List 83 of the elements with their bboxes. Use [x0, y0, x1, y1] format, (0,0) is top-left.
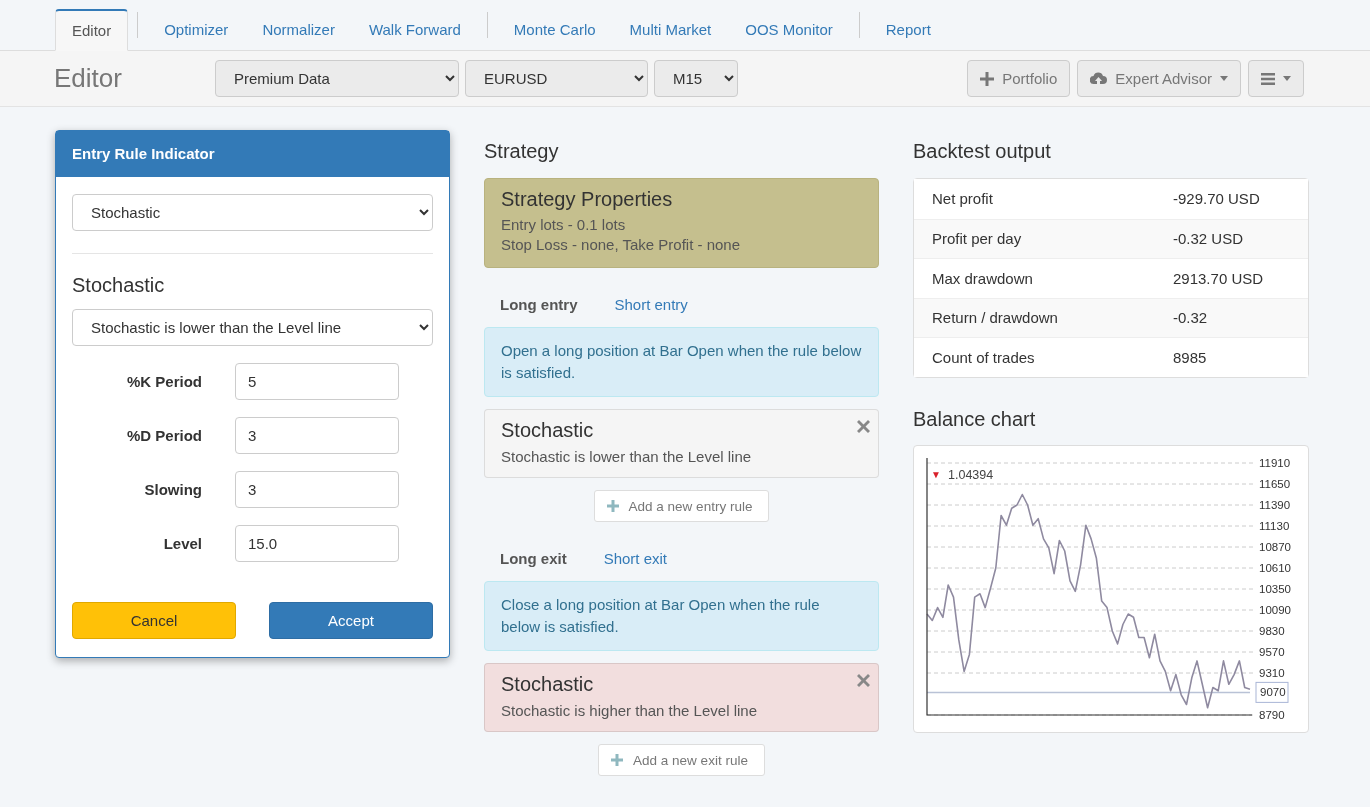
indicator-heading: Stochastic [72, 274, 166, 297]
section-heading: Balance chart [913, 407, 1037, 431]
input-field[interactable]: 3 [235, 417, 399, 454]
last-value-marker: 9070 [1255, 681, 1289, 703]
menu-button[interactable] [1248, 60, 1304, 97]
axis-tick-label: 8790 [1259, 708, 1285, 721]
input-field[interactable]: 15.0 [235, 525, 399, 562]
axis-tick-label: 10350 [1259, 582, 1291, 595]
rule-card[interactable]: Stochastic Stochastic is lower than the Level line [484, 409, 879, 478]
nav-tab[interactable]: Optimizer [147, 9, 246, 51]
nav-tab[interactable]: Monte Carlo [496, 9, 613, 51]
rule-card[interactable]: Stochastic Stochastic is higher than the Level line [484, 663, 879, 732]
toolbar-button[interactable]: Portfolio [967, 60, 1071, 97]
toolbar-button[interactable]: Expert Advisor [1077, 60, 1241, 97]
menu-icon [1261, 72, 1275, 85]
field-label: %D Period [126, 427, 203, 444]
axis-tick-label: 10090 [1259, 603, 1291, 616]
axis-tick-label: 11650 [1259, 477, 1291, 490]
plus-icon [980, 71, 995, 86]
field-label: Slowing [143, 481, 203, 498]
axis-tick-label: 9830 [1259, 624, 1285, 637]
close-icon[interactable] [857, 674, 870, 687]
axis-tick-label: 10870 [1259, 540, 1291, 553]
cloud-upload-icon [1090, 71, 1108, 86]
table-cell-text: Net profit [932, 190, 994, 208]
accept-button[interactable]: Accept [269, 602, 433, 639]
table-cell-text: -0.32 [1173, 309, 1209, 327]
plus-icon [611, 754, 624, 766]
nav-tab[interactable]: Normalizer [245, 9, 352, 51]
table-cell-text: Profit per day [932, 230, 1023, 248]
rule-text: Stochastic is higher than the Level line [501, 702, 758, 719]
info-message: Close a long position at Bar Open when the rule below is satisfied. [484, 581, 879, 651]
rule-title: Stochastic [501, 419, 595, 442]
input-field[interactable]: 5 [235, 363, 399, 400]
axis-tick-label: 11130 [1259, 519, 1290, 532]
direction-arrow: ▼ [931, 468, 941, 480]
table-cell-text: 2913.70 USD [1173, 269, 1265, 287]
add-rule-button[interactable]: Add a new exit rule [598, 744, 765, 776]
table-cell-text: -929.70 USD [1173, 190, 1261, 208]
panel-title: Strategy Properties [501, 188, 674, 211]
dropdown-select[interactable]: EURUSD [465, 60, 648, 97]
dialog-title: Entry Rule Indicator [56, 131, 449, 177]
close-icon[interactable] [857, 420, 870, 433]
rule-title: Stochastic [501, 673, 595, 696]
rule-tab[interactable]: Short exit [603, 550, 668, 567]
nav-tab[interactable]: Walk Forward [351, 9, 478, 51]
page-title: Editor [54, 63, 123, 94]
dropdown-select[interactable]: M15 [654, 60, 738, 97]
rule-text: Stochastic is lower than the Level line [501, 448, 753, 465]
rule-tab[interactable]: Short entry [614, 296, 688, 313]
axis-tick-label: 9310 [1259, 666, 1285, 679]
table-cell-text: -0.32 USD [1173, 230, 1245, 248]
axis-tick-label: 10610 [1259, 561, 1291, 574]
input-field[interactable]: 3 [235, 471, 399, 508]
axis-tick-label: 9570 [1259, 645, 1285, 658]
section-heading: Strategy [484, 140, 560, 163]
dropdown-select[interactable]: Premium Data [215, 60, 459, 97]
nav-tab[interactable]: Editor [55, 9, 129, 51]
rule-tab[interactable]: Long entry [500, 296, 578, 313]
axis-tick-label: 11910 [1259, 456, 1291, 469]
info-message: Open a long position at Bar Open when the rule below is satisfied. [484, 327, 879, 397]
section-heading: Backtest output [913, 140, 1052, 163]
price-label: 1.04394 [948, 467, 994, 482]
nav-tab[interactable]: Multi Market [612, 9, 729, 51]
field-label: Level [162, 535, 203, 552]
properties-panel[interactable]: Strategy Properties Entry lots - 0.1 lots Stop Loss - none, Take Profit - none [484, 178, 879, 268]
y-tick-label: 9070 [1260, 685, 1286, 698]
table-cell-text: Max drawdown [932, 269, 1034, 287]
rule-select[interactable]: Stochastic is lower than the Level line [72, 309, 433, 346]
axis-tick-label: 11390 [1259, 498, 1291, 511]
table-cell-text: Count of trades [932, 348, 1036, 366]
table-cell-text: Return / drawdown [932, 309, 1059, 327]
rule-tab[interactable]: Long exit [500, 550, 567, 567]
cancel-button[interactable]: Cancel [72, 602, 236, 639]
nav-tab[interactable]: Report [868, 9, 948, 51]
add-rule-button[interactable]: Add a new entry rule [593, 490, 770, 522]
property-text: Stop Loss - none, Take Profit - none [501, 235, 742, 255]
indicator-select[interactable]: Stochastic [72, 194, 433, 231]
table-cell-text: 8985 [1173, 348, 1208, 366]
plus-icon [606, 500, 619, 512]
property-text: Entry lots - 0.1 lots [501, 215, 627, 235]
nav-tab[interactable]: OOS Monitor [728, 9, 850, 51]
field-label: %K Period [126, 373, 203, 390]
